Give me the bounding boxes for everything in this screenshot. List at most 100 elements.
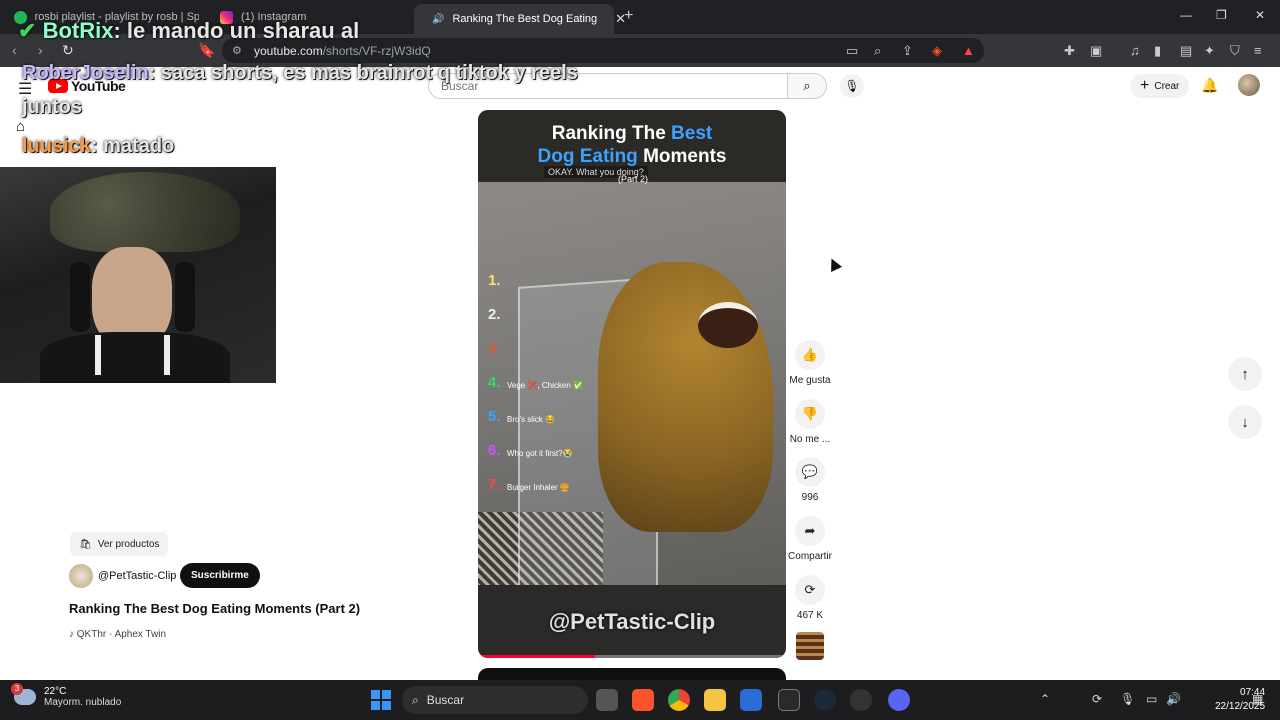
zoom-icon[interactable]: ⌕: [874, 43, 881, 59]
brave-rewards-icon[interactable]: ▲: [962, 43, 975, 58]
rank-7-text: Burger Inhaler 🍔: [507, 483, 570, 492]
subscribe-button[interactable]: Suscribirme: [180, 563, 260, 588]
steam-icon[interactable]: [814, 689, 836, 711]
video-title-part: Ranking The: [551, 123, 672, 144]
like-button[interactable]: 👍 Me gusta: [788, 340, 832, 386]
headphone-left: [70, 262, 90, 332]
music-icon[interactable]: ♫: [1130, 43, 1140, 58]
create-label: Crear: [1154, 80, 1180, 92]
rank-6-text: Who got it first?😭: [507, 449, 573, 458]
cloud-icon: 3: [11, 683, 36, 705]
site-info-icon[interactable]: ⚙: [232, 44, 242, 57]
shorts-video-player[interactable]: Ranking The Best Dog Eating Moments OKAY…: [478, 110, 786, 658]
search-icon: ⌕: [803, 78, 811, 93]
menu-icon[interactable]: ≡: [1254, 43, 1262, 58]
logo-text: YouTube: [71, 78, 126, 94]
tab-title: Ranking The Best Dog Eating: [452, 13, 598, 25]
channel-name[interactable]: @PetTastic-Clip: [98, 570, 176, 582]
weather-desc: Mayorm. nublado: [44, 697, 122, 708]
youtube-play-icon: [48, 79, 68, 93]
task-view-icon[interactable]: [596, 689, 618, 711]
back-icon[interactable]: ‹: [12, 42, 17, 58]
windows-start-icon[interactable]: [371, 690, 391, 710]
taskbar-search-label: Buscar: [426, 693, 465, 707]
arrow-up-icon: ↑: [1241, 365, 1249, 383]
notifications-bell-icon[interactable]: 🔔: [1201, 77, 1218, 94]
sync-icon[interactable]: ⟳: [1092, 692, 1102, 706]
remix-button[interactable]: ⟳ 467 K: [788, 575, 832, 621]
comments-button[interactable]: 💬 996: [788, 457, 832, 503]
next-short-button[interactable]: ↓: [1228, 405, 1262, 439]
search-box: [428, 73, 788, 99]
leo-ai-icon[interactable]: ✦: [1204, 43, 1215, 59]
extensions-icon[interactable]: ✚: [1064, 43, 1075, 59]
brave-app-icon[interactable]: [632, 689, 654, 711]
search-input[interactable]: [441, 79, 761, 93]
plus-icon: +: [1140, 77, 1150, 94]
music-credit[interactable]: ♪ QKThr · Aphex Twin: [69, 629, 166, 640]
vpn-icon[interactable]: ⛉: [1230, 43, 1240, 59]
home-icon[interactable]: ⌂: [16, 118, 25, 135]
guide-menu-icon[interactable]: ☰: [18, 79, 32, 99]
video-progress-bar[interactable]: [478, 655, 786, 658]
create-button[interactable]: + Crear: [1130, 74, 1190, 98]
rank-1-number: 1.: [488, 272, 501, 289]
show-hidden-icons-icon[interactable]: ⌃: [1040, 692, 1050, 706]
shopping-bag-icon: 🛍: [79, 538, 92, 550]
webcam-shirt-stripe: [95, 335, 170, 375]
youtube-logo[interactable]: YouTube: [48, 78, 126, 94]
network-icon[interactable]: ▭: [1146, 692, 1157, 706]
store-app-icon[interactable]: [740, 689, 762, 711]
bookmark-icon[interactable]: 🔖: [198, 42, 215, 59]
dislike-button[interactable]: 👎 No me ...: [788, 399, 832, 445]
notification-center-icon[interactable]: ▦: [1252, 692, 1263, 706]
screenshot-icon[interactable]: ▣: [1090, 43, 1102, 59]
weather-widget[interactable]: 3 22°C Mayorm. nublado: [11, 683, 122, 708]
maximize-button[interactable]: ❐: [1216, 8, 1227, 22]
music-credit-text: QKThr · Aphex Twin: [76, 629, 167, 640]
channel-avatar[interactable]: [69, 564, 93, 588]
epic-games-icon[interactable]: [778, 689, 800, 711]
view-products-button[interactable]: 🛍 Ver productos: [70, 532, 169, 556]
rank-2-number: 2.: [488, 306, 501, 323]
rank-6-number: 6.: [488, 442, 501, 459]
chat-text: juntos: [22, 96, 82, 118]
rank-3-number: 3.: [488, 340, 501, 357]
reload-icon[interactable]: ↻: [62, 42, 74, 59]
obs-icon[interactable]: [850, 689, 872, 711]
close-window-button[interactable]: ✕: [1255, 8, 1265, 22]
tab-spotify[interactable]: rosbi playlist - playlist by rosb | Spot…: [4, 4, 209, 30]
screen: rosbi playlist - playlist by rosb | Spot…: [0, 0, 1280, 720]
tab-instagram[interactable]: (1) Instagram: [210, 4, 410, 30]
file-explorer-icon[interactable]: [704, 689, 726, 711]
search-button[interactable]: ⌕: [787, 73, 827, 99]
chat-message: luusick: matado: [22, 135, 175, 157]
user-avatar[interactable]: [1238, 74, 1260, 96]
forward-icon[interactable]: ›: [38, 42, 43, 58]
wallet-icon[interactable]: ▤: [1180, 43, 1192, 59]
video-part-label: (Part 2): [618, 174, 649, 184]
mic-tray-icon[interactable]: 🎙: [1120, 692, 1135, 706]
share-button[interactable]: ➦ Compartir: [788, 516, 832, 562]
remix-icon: ⟳: [795, 575, 825, 605]
previous-short-button[interactable]: ↑: [1228, 357, 1262, 391]
video-title: Ranking The Best Dog Eating Moments (Par…: [69, 601, 361, 616]
address-bar[interactable]: ⚙ youtube.com /shorts/VF-rzjW3idQ: [222, 38, 984, 63]
minimize-button[interactable]: —: [1180, 8, 1192, 22]
video-dog: [598, 262, 773, 532]
browser-tabbar: rosbi playlist - playlist by rosb | Spot…: [0, 0, 1280, 34]
volume-icon[interactable]: 🔊: [1166, 692, 1181, 706]
new-tab-button[interactable]: +: [624, 7, 633, 25]
chrome-app-icon[interactable]: [668, 689, 690, 711]
voice-search-button[interactable]: 🎙: [840, 74, 864, 98]
sidebar-icon[interactable]: ▮: [1154, 43, 1161, 59]
tab-youtube-active[interactable]: 🔊 Ranking The Best Dog Eating ✕: [414, 4, 626, 34]
taskbar-search[interactable]: ⌕ Buscar: [402, 686, 588, 714]
brave-shield-icon[interactable]: ◈: [932, 43, 942, 59]
sound-thumbnail[interactable]: [796, 632, 824, 660]
arrow-down-icon: ↓: [1241, 413, 1249, 431]
cast-icon[interactable]: ▭: [846, 43, 858, 59]
thumbs-down-icon: 👎: [795, 399, 825, 429]
share-icon[interactable]: ⇪: [902, 43, 913, 59]
discord-icon[interactable]: [888, 689, 910, 711]
